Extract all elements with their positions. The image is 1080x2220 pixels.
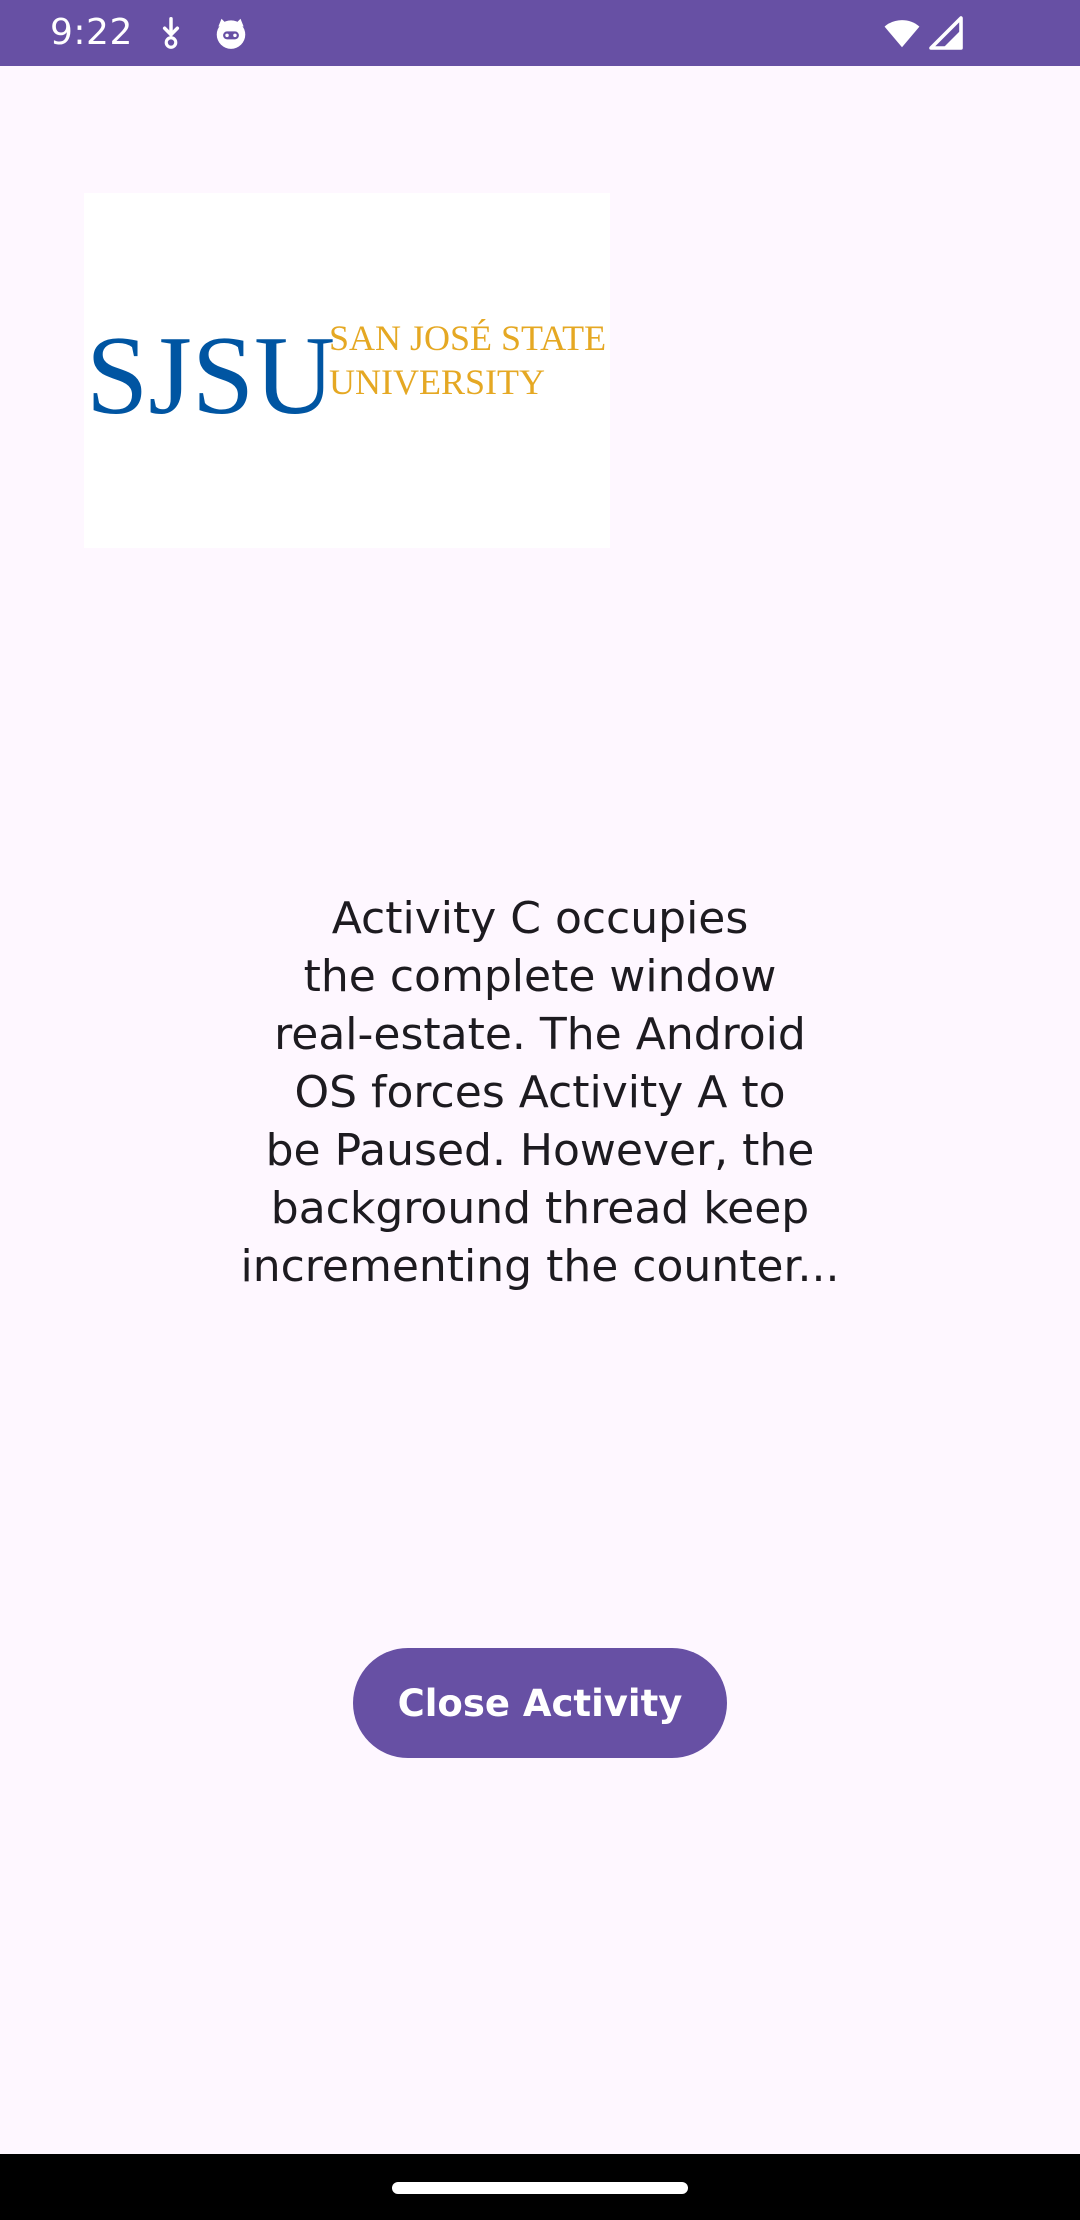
activity-c-screen: 9:22 SJSU SAN JOSÉ STATE UNIVERSITY Acti… <box>0 0 1080 2220</box>
logo-line1: SAN JOSÉ STATE <box>329 318 606 358</box>
status-bar: 9:22 <box>0 0 1080 66</box>
download-icon <box>152 14 190 52</box>
logo-line2: UNIVERSITY <box>329 362 545 402</box>
activity-message: Activity C occupies the complete window … <box>240 893 840 1292</box>
close-activity-button[interactable]: Close Activity <box>353 1648 727 1758</box>
status-time: 9:22 <box>50 12 133 53</box>
home-gesture-handle[interactable] <box>392 2182 688 2194</box>
cat-face-icon <box>212 14 250 52</box>
logo-monogram: SJSU <box>86 314 335 438</box>
wifi-icon <box>880 14 924 52</box>
navigation-bar <box>0 2154 1080 2220</box>
cell-signal-icon <box>928 14 964 52</box>
sjsu-logo: SJSU SAN JOSÉ STATE UNIVERSITY <box>84 193 610 548</box>
